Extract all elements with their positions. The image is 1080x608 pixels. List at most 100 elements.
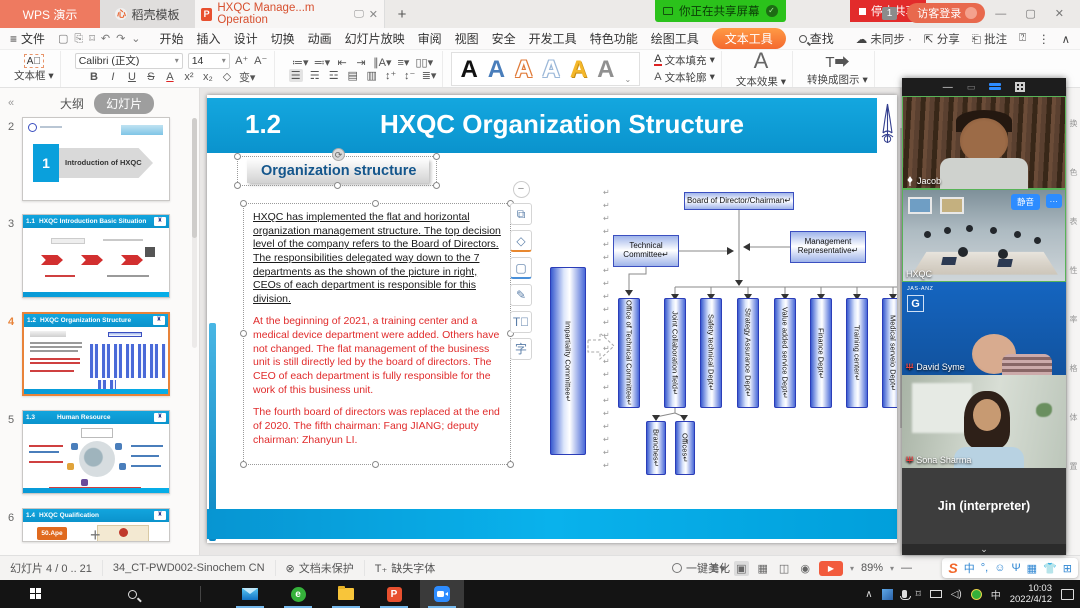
text-fill-button[interactable]: A文本填充 ▾: [654, 53, 715, 68]
mic-icon[interactable]: Ψ: [1011, 562, 1020, 574]
tray-volume-icon[interactable]: ◁): [951, 589, 962, 600]
slide-thumbnail-2[interactable]: 1 Introduction of HXQC: [22, 117, 170, 201]
missing-font-status[interactable]: T₊缺失字体: [365, 560, 446, 576]
collapse-ribbon-icon[interactable]: ∧: [1062, 32, 1070, 46]
new-tab-button[interactable]: +: [385, 0, 419, 28]
convert-text-icon[interactable]: T⃞: [510, 311, 532, 333]
org-chart[interactable]: ↵ ↵ ↵ ↵ ↵ ↵ ↵ ↵ ↵ ↵ ↵ ↵ ↵ ↵ ↵ ↵ ↵ ↵ ↵ ↵ …: [547, 190, 897, 486]
style-yellow[interactable]: A: [570, 56, 587, 84]
font-name-select[interactable]: Calibri (正文)▾: [75, 53, 183, 69]
menu-item-texttools-active[interactable]: 文本工具: [712, 28, 786, 49]
style-blue[interactable]: A: [488, 56, 505, 84]
taskbar-mail-icon[interactable]: [228, 580, 272, 608]
indent-icon[interactable]: ⇥: [354, 56, 368, 69]
share-button[interactable]: ⇱ 分享: [924, 31, 960, 47]
document-tab[interactable]: P HXQC Manage...m Operation 🖵 ✕: [195, 0, 385, 28]
menu-item-transition[interactable]: 切换: [271, 30, 295, 47]
taskbar-zoom-icon[interactable]: [420, 580, 464, 608]
shape-fill-icon[interactable]: ◇: [510, 230, 532, 252]
menu-item-devtools[interactable]: 开发工具: [529, 30, 577, 47]
theme-name[interactable]: 34_CT-PWD002-Sinochem CN: [103, 560, 276, 576]
file-menu[interactable]: ≡文件: [10, 30, 45, 47]
org-bar-dept[interactable]: Joint Collaboration field↵: [664, 298, 686, 408]
tray-expand-icon[interactable]: ∧: [865, 589, 872, 600]
menu-item-find[interactable]: 查找: [799, 30, 834, 47]
notification-center-icon[interactable]: [1061, 589, 1074, 600]
windowed-view-icon[interactable]: ▭: [967, 82, 976, 93]
slide-sorter-icon[interactable]: ▦: [756, 561, 770, 576]
menu-item-view[interactable]: 视图: [455, 30, 479, 47]
sync-status-button[interactable]: ☁ 未同步 ·: [856, 31, 912, 47]
brush-icon[interactable]: ✎: [510, 284, 532, 306]
text-effect-icon[interactable]: 变▾: [239, 69, 256, 85]
menu-item-insert[interactable]: 插入: [197, 30, 221, 47]
org-bar-offices[interactable]: Offices↵: [675, 421, 695, 475]
tab-outline[interactable]: 大纲: [60, 95, 84, 112]
font-settings-icon[interactable]: 字: [510, 338, 532, 360]
slide-title-bar[interactable]: 1.2 HXQC Organization Structure: [207, 98, 877, 153]
video-tile-jin[interactable]: Jin (interpreter): [902, 468, 1066, 544]
comment-button[interactable]: ⎗ 批注: [972, 31, 1007, 47]
taskbar-explorer-icon[interactable]: [324, 580, 368, 608]
notes-view-icon[interactable]: ≣▾: [708, 561, 727, 576]
decrease-font-icon[interactable]: A⁻: [254, 54, 268, 67]
start-button[interactable]: [14, 580, 58, 608]
zoom-out-icon[interactable]: —: [901, 562, 912, 574]
panel-scrollbar[interactable]: [192, 118, 197, 348]
menu-item-review[interactable]: 审阅: [418, 30, 442, 47]
subscript-icon[interactable]: x₂: [201, 71, 215, 83]
text-effects-button[interactable]: A 文本效果 ▾: [730, 51, 793, 87]
menu-item-home[interactable]: 开始: [160, 30, 184, 47]
superscript-icon[interactable]: x²: [182, 71, 196, 83]
punctuation-icon[interactable]: °,: [981, 562, 988, 574]
tab-slides[interactable]: 幻灯片: [94, 93, 154, 114]
org-box-board[interactable]: Board of Director/Chairman↵: [684, 192, 794, 210]
align-center-icon[interactable]: ☴: [308, 69, 322, 82]
org-bar-branches[interactable]: Branches↵: [646, 421, 666, 475]
toolbox-icon[interactable]: ⊞: [1063, 562, 1072, 575]
textbox-group[interactable]: A⃞ 文本框 ▾: [8, 51, 61, 87]
para-space-inc-icon[interactable]: ↕⁺: [384, 69, 398, 82]
org-box-technical[interactable]: Technical Committee↵: [613, 235, 679, 267]
skin-icon[interactable]: 👕: [1043, 562, 1057, 575]
slide-thumbnail-5[interactable]: 1.3Human Resource♜: [22, 410, 170, 494]
distribute-icon[interactable]: ▥: [365, 69, 379, 82]
style-light-outline[interactable]: A: [542, 56, 559, 84]
tray-display-icon[interactable]: [930, 590, 942, 598]
bold-icon[interactable]: B: [87, 71, 101, 83]
video-tile-david[interactable]: JAS-ANZ G ΨDavid Syme: [902, 282, 1066, 375]
add-slide-button[interactable]: +: [90, 525, 101, 546]
style-gray[interactable]: A: [597, 56, 614, 84]
layers-icon[interactable]: ⧉: [510, 203, 532, 225]
more-options-button[interactable]: ···: [1046, 194, 1063, 208]
text-outline-button[interactable]: A文本轮廓 ▾: [654, 70, 715, 85]
org-bar-dept[interactable]: Safety technical Dept↵: [700, 298, 722, 408]
org-box-management[interactable]: Management Representative↵: [790, 231, 866, 263]
body-textbox[interactable]: HXQC has implemented the flat and horizo…: [245, 205, 511, 465]
grid-layout-icon[interactable]: [1015, 82, 1025, 92]
more-icon[interactable]: ⋮: [1038, 32, 1050, 46]
line-spacing-icon[interactable]: ≡▾: [396, 56, 410, 69]
menu-item-features[interactable]: 特色功能: [590, 30, 638, 47]
taskbar-wps-icon[interactable]: P: [372, 580, 416, 608]
wps-app-tab[interactable]: WPS 演示: [0, 0, 100, 28]
outdent-icon[interactable]: ⇤: [335, 56, 349, 69]
clear-format-icon[interactable]: ◇: [220, 70, 234, 83]
emoji-icon[interactable]: ☺: [994, 562, 1005, 574]
align-right-icon[interactable]: ☲: [327, 69, 341, 82]
org-bar-dept[interactable]: Training center↵: [846, 298, 868, 408]
strip-layout-icon[interactable]: [989, 83, 1001, 92]
tray-mic-icon[interactable]: [902, 590, 907, 598]
style-orange-outline[interactable]: A: [515, 56, 532, 84]
numbering-icon[interactable]: ≕▾: [314, 56, 331, 69]
strikethrough-icon[interactable]: S: [144, 71, 158, 83]
para-more-icon[interactable]: ≣▾: [422, 69, 437, 82]
sogou-logo[interactable]: S: [948, 560, 957, 576]
style-black[interactable]: A: [460, 56, 477, 84]
columns-icon[interactable]: ▯▯▾: [415, 56, 433, 69]
text-direction-icon[interactable]: ∥A▾: [373, 56, 391, 69]
reading-view-icon[interactable]: ◫: [777, 561, 791, 576]
play-settings-icon[interactable]: ◉: [798, 561, 812, 576]
mute-button[interactable]: 静音: [1011, 194, 1040, 210]
window-controls[interactable]: — ▢ ✕: [995, 7, 1072, 20]
